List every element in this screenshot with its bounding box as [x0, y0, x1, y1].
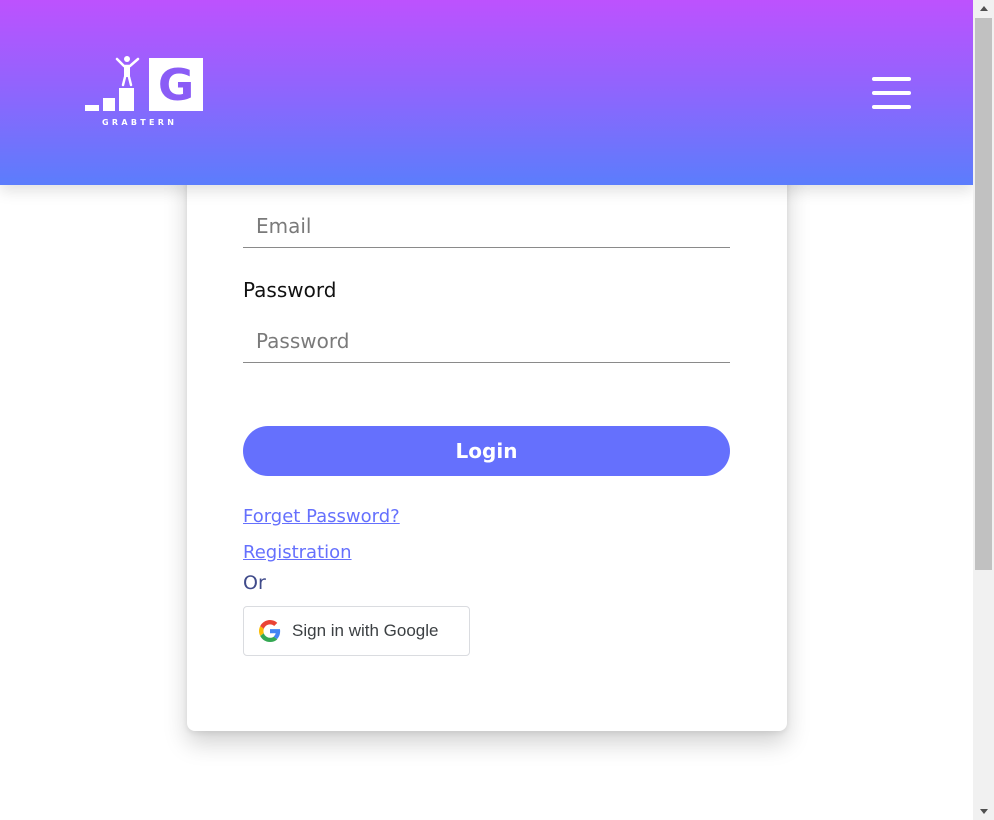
- brand-name: GRABTERN: [102, 118, 178, 127]
- login-card: Password Login Forget Password? Registra…: [187, 140, 787, 731]
- email-field[interactable]: [243, 204, 730, 248]
- arrow-down-icon: [979, 809, 988, 814]
- google-sign-in-button[interactable]: Sign in with Google: [243, 606, 470, 656]
- password-field[interactable]: [243, 319, 730, 363]
- or-separator: Or: [243, 572, 266, 594]
- forgot-password-link[interactable]: Forget Password?: [243, 506, 400, 527]
- registration-link[interactable]: Registration: [243, 542, 352, 563]
- password-label: Password: [243, 278, 337, 302]
- scrollbar-thumb[interactable]: [975, 18, 992, 570]
- hamburger-menu-button[interactable]: [872, 77, 912, 113]
- vertical-scrollbar[interactable]: [973, 0, 994, 820]
- scroll-down-button[interactable]: [973, 803, 994, 820]
- scroll-up-button[interactable]: [973, 0, 994, 17]
- logo-letter: G: [158, 60, 194, 111]
- site-header: G GRABTERN: [0, 0, 973, 185]
- login-button[interactable]: Login: [243, 426, 730, 476]
- google-sign-in-label: Sign in with Google: [292, 621, 439, 640]
- google-g-icon: [259, 620, 281, 642]
- arrow-up-icon: [979, 6, 988, 11]
- hamburger-menu-icon: [872, 77, 911, 81]
